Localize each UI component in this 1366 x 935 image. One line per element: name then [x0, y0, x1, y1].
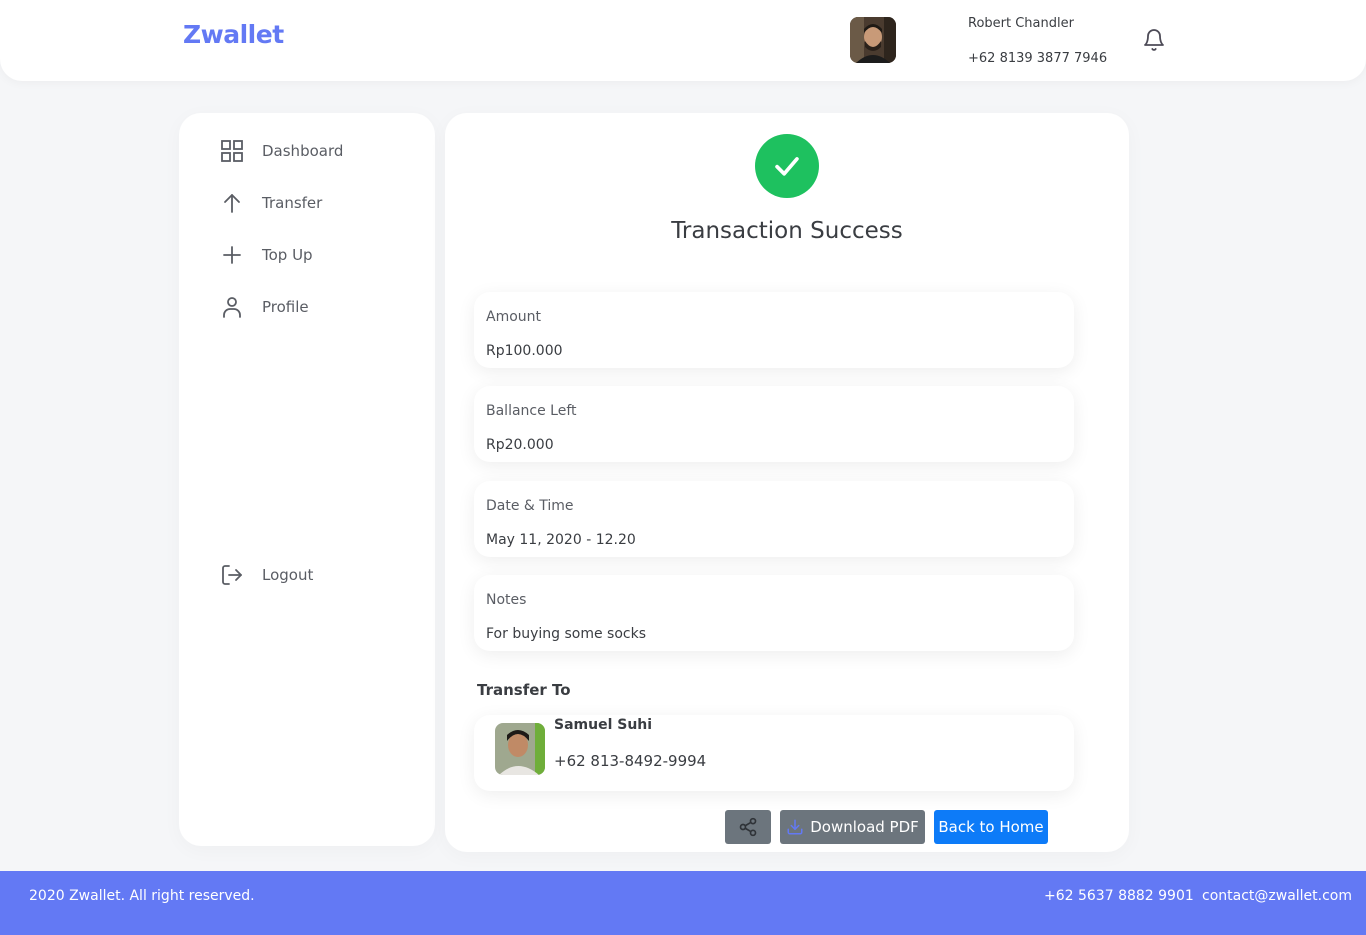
- logout-icon: [219, 562, 245, 588]
- sidebar-item-label: Top Up: [262, 246, 313, 264]
- detail-label: Amount: [486, 309, 542, 325]
- recipient-avatar: [495, 723, 545, 775]
- footer: 2020 Zwallet. All right reserved. +62 56…: [0, 871, 1366, 935]
- arrow-up-icon: [219, 190, 245, 216]
- detail-card-date: Date & Time May 11, 2020 - 12.20: [474, 481, 1074, 557]
- brand-logo[interactable]: Zwallet: [183, 20, 284, 49]
- footer-copyright: 2020 Zwallet. All right reserved.: [29, 888, 255, 904]
- download-pdf-label: Download PDF: [810, 818, 919, 836]
- sidebar-item-top-up[interactable]: Top Up: [219, 242, 313, 268]
- notification-bell-icon[interactable]: [1142, 28, 1166, 52]
- footer-email[interactable]: contact@zwallet.com: [1202, 888, 1352, 904]
- share-icon: [738, 817, 758, 837]
- user-phone: +62 8139 3877 7946: [968, 51, 1108, 66]
- share-button[interactable]: [725, 810, 771, 844]
- user-name: Robert Chandler: [968, 16, 1074, 31]
- sidebar-item-transfer[interactable]: Transfer: [219, 190, 322, 216]
- sidebar-item-label: Logout: [262, 566, 314, 584]
- recipient-card: Samuel Suhi +62 813-8492-9994: [474, 715, 1074, 791]
- sidebar-item-label: Transfer: [262, 194, 323, 212]
- detail-value: Rp100.000: [486, 343, 563, 359]
- detail-card-notes: Notes For buying some socks: [474, 575, 1074, 651]
- user-icon: [219, 294, 245, 320]
- recipient-phone: +62 813-8492-9994: [554, 752, 707, 770]
- success-check-icon: [755, 134, 819, 198]
- detail-value: May 11, 2020 - 12.20: [486, 532, 636, 548]
- recipient-name: Samuel Suhi: [554, 717, 653, 733]
- sidebar-item-logout[interactable]: Logout: [219, 562, 313, 588]
- transaction-panel: Transaction Success Amount Rp100.000 Bal…: [445, 113, 1129, 852]
- detail-label: Ballance Left: [486, 403, 577, 419]
- download-icon: [786, 818, 804, 836]
- detail-label: Date & Time: [486, 498, 574, 514]
- detail-value: Rp20.000: [486, 437, 554, 453]
- plus-icon: [219, 242, 245, 268]
- sidebar-item-label: Dashboard: [262, 142, 344, 160]
- back-to-home-button[interactable]: Back to Home: [934, 810, 1048, 844]
- download-pdf-button[interactable]: Download PDF: [780, 810, 925, 844]
- detail-value: For buying some socks: [486, 626, 646, 642]
- detail-card-amount: Amount Rp100.000: [474, 292, 1074, 368]
- detail-label: Notes: [486, 592, 527, 608]
- top-header: Zwallet Robert Chandler +62 8139 3877 79…: [0, 0, 1366, 81]
- grid-icon: [219, 138, 245, 164]
- sidebar-item-profile[interactable]: Profile: [219, 294, 309, 320]
- detail-card-balance: Ballance Left Rp20.000: [474, 386, 1074, 462]
- sidebar: Dashboard Transfer Top Up Profile Logout: [179, 113, 435, 846]
- footer-phone: +62 5637 8882 9901: [1044, 888, 1194, 904]
- user-avatar[interactable]: [850, 17, 896, 63]
- sidebar-item-dashboard[interactable]: Dashboard: [219, 138, 343, 164]
- sidebar-item-label: Profile: [262, 298, 309, 316]
- transfer-to-heading: Transfer To: [477, 681, 571, 699]
- page-title: Transaction Success: [671, 218, 903, 244]
